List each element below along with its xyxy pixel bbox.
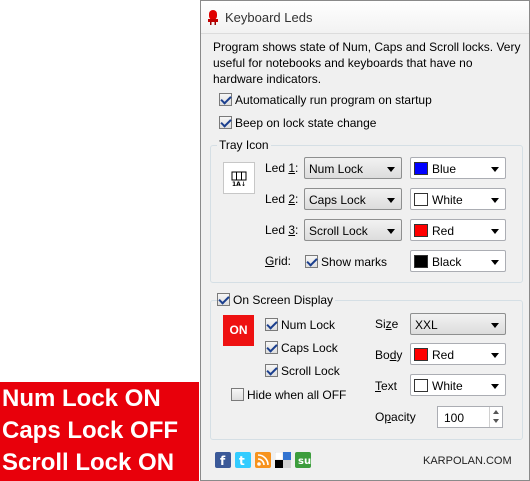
osd-scroll-lock-checkbox[interactable] <box>265 364 278 378</box>
autorun-checkbox[interactable] <box>219 93 232 107</box>
svg-text:su: su <box>298 456 311 467</box>
osd-caps-lock-checkbox[interactable] <box>265 341 278 355</box>
osd-scroll-lock-checkbox-row[interactable]: Scroll Lock <box>265 363 340 378</box>
karpolan-link[interactable]: KARPOLAN.COM <box>423 455 512 467</box>
chevron-down-icon <box>491 167 499 172</box>
osd-num-lock-line: Num Lock ON <box>2 385 161 412</box>
tray-icon-group-title: Tray Icon <box>217 138 271 152</box>
body-color-swatch <box>414 348 428 361</box>
osd-num-lock-label: Num Lock <box>281 317 336 332</box>
led2-label: Led 2: <box>265 192 299 206</box>
grid-color-select[interactable]: Black <box>410 250 506 272</box>
text-label: Text <box>375 379 398 393</box>
text-color-value: White <box>432 379 463 393</box>
opacity-value[interactable]: 100 <box>444 411 464 425</box>
osd-caps-lock-label: Caps Lock <box>281 340 338 355</box>
svg-text:f: f <box>220 454 226 468</box>
keyboard-leds-tray-icon: 1A↓ <box>223 162 255 194</box>
led1-lock-select[interactable]: Num Lock <box>304 157 402 179</box>
osd-num-lock-checkbox-row[interactable]: Num Lock <box>265 317 335 332</box>
text-color-swatch <box>414 379 428 392</box>
osd-scroll-lock-line: Scroll Lock ON <box>2 449 175 476</box>
show-marks-checkbox-row[interactable]: Show marks <box>305 254 387 269</box>
led2-lock-select[interactable]: Caps Lock <box>304 188 402 210</box>
grid-color-value: Black <box>432 255 462 269</box>
chevron-down-icon <box>491 260 499 265</box>
osd-scroll-lock-label: Scroll Lock <box>281 363 340 378</box>
osd-enable-checkbox-row[interactable]: On Screen Display <box>217 292 336 307</box>
autorun-checkbox-row[interactable]: Automatically run program on startup <box>219 92 432 107</box>
stumbleupon-icon[interactable]: su <box>295 452 311 468</box>
osd-num-lock-checkbox[interactable] <box>265 318 278 332</box>
opacity-spinner[interactable]: 100 <box>437 406 503 428</box>
spin-down-icon[interactable] <box>493 419 499 423</box>
delicious-icon[interactable] <box>274 451 291 468</box>
osd-caps-lock-line: Caps Lock OFF <box>2 417 179 444</box>
hide-when-off-checkbox-row[interactable]: Hide when all OFF <box>231 387 346 402</box>
title-bar[interactable]: Keyboard Leds <box>201 1 529 34</box>
led2-color-swatch <box>414 193 428 206</box>
size-value: XXL <box>415 318 438 332</box>
led3-lock-select[interactable]: Scroll Lock <box>304 219 402 241</box>
led3-lock-value: Scroll Lock <box>309 224 368 238</box>
chevron-down-icon <box>491 384 499 389</box>
show-marks-label: Show marks <box>321 254 388 269</box>
led1-color-value: Blue <box>432 162 457 176</box>
osd-enable-checkbox[interactable] <box>217 293 230 307</box>
chevron-down-icon <box>491 229 499 234</box>
app-led-icon <box>208 10 218 25</box>
size-select[interactable]: XXL <box>410 313 506 335</box>
led3-color-swatch <box>414 224 428 237</box>
chevron-down-icon <box>491 353 499 358</box>
size-label: Size <box>375 317 399 331</box>
opacity-spin-buttons[interactable] <box>489 407 502 427</box>
osd-caps-lock-checkbox-row[interactable]: Caps Lock <box>265 340 338 355</box>
osd-overlay: Num Lock ON Caps Lock OFF Scroll Lock ON <box>0 382 199 481</box>
beep-checkbox[interactable] <box>219 116 232 130</box>
keyboard-leds-window: Keyboard Leds Program shows state of Num… <box>200 0 530 481</box>
spin-up-icon[interactable] <box>493 410 499 414</box>
led1-color-select[interactable]: Blue <box>410 157 506 179</box>
grid-color-swatch <box>414 255 428 268</box>
svg-text:1A↓: 1A↓ <box>232 181 246 188</box>
window-title: Keyboard Leds <box>225 10 313 25</box>
chevron-down-icon <box>387 229 395 234</box>
hide-when-off-checkbox[interactable] <box>231 388 244 402</box>
chevron-down-icon <box>491 198 499 203</box>
led1-label: Led 1: <box>265 161 299 175</box>
led3-color-value: Red <box>432 224 455 238</box>
autorun-label: Automatically run program on startup <box>235 92 432 107</box>
show-marks-checkbox[interactable] <box>305 255 318 269</box>
osd-group-title: On Screen Display <box>233 292 334 307</box>
chevron-down-icon <box>387 167 395 172</box>
chevron-down-icon <box>491 323 499 328</box>
led2-lock-value: Caps Lock <box>309 193 366 207</box>
grid-label: Grid: <box>265 254 292 268</box>
osd-preview-badge: ON <box>223 315 254 346</box>
led2-color-value: White <box>432 193 463 207</box>
facebook-icon[interactable]: f <box>215 452 231 468</box>
twitter-icon[interactable]: t <box>235 452 251 468</box>
chevron-down-icon <box>387 198 395 203</box>
rss-icon[interactable] <box>255 452 271 468</box>
svg-text:t: t <box>239 454 245 468</box>
beep-label: Beep on lock state change <box>235 115 377 130</box>
hide-when-off-label: Hide when all OFF <box>247 387 347 402</box>
led3-color-select[interactable]: Red <box>410 219 506 241</box>
body-color-value: Red <box>432 348 455 362</box>
body-label: Body <box>375 348 403 362</box>
led1-lock-value: Num Lock <box>309 162 364 176</box>
text-color-select[interactable]: White <box>410 374 506 396</box>
led1-color-swatch <box>414 162 428 175</box>
beep-checkbox-row[interactable]: Beep on lock state change <box>219 115 376 130</box>
led3-label: Led 3: <box>265 223 299 237</box>
body-color-select[interactable]: Red <box>410 343 506 365</box>
opacity-label: Opacity <box>375 410 416 424</box>
description-text: Program shows state of Num, Caps and Scr… <box>213 40 521 86</box>
led2-color-select[interactable]: White <box>410 188 506 210</box>
